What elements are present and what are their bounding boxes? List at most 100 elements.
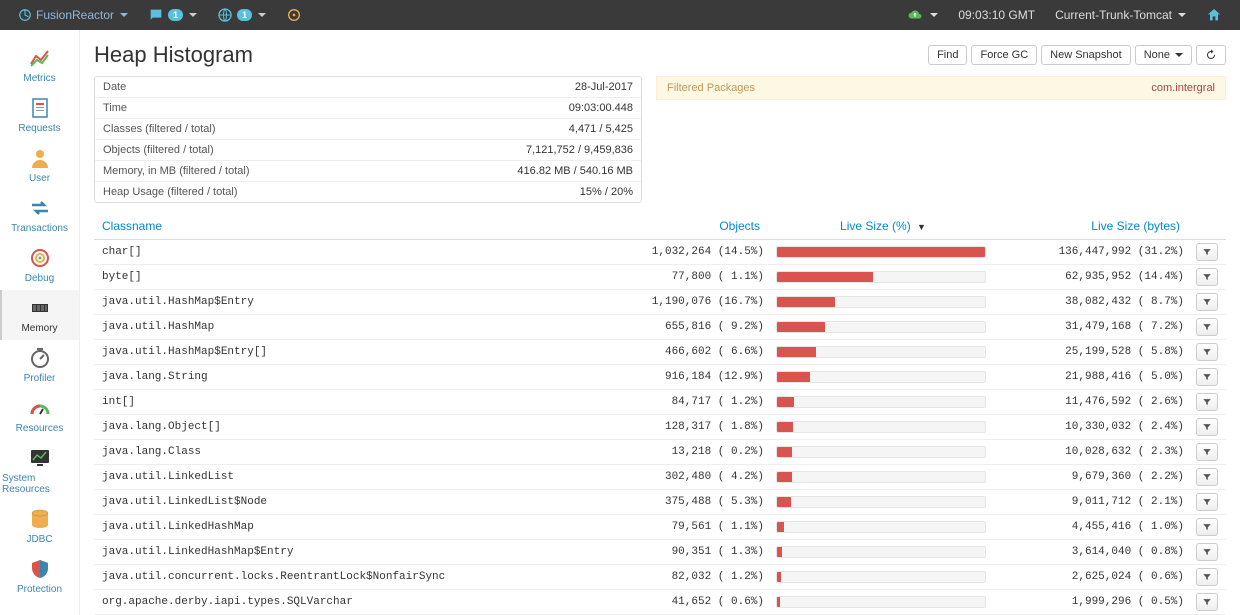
- cell-bar: [768, 415, 998, 440]
- filter-icon: [1201, 422, 1213, 432]
- table-row: java.util.LinkedHashMap79,561 ( 1.1%)4,4…: [94, 515, 1226, 540]
- sidebar-item-resources[interactable]: Resources: [0, 390, 79, 440]
- summary-row: Time09:03:00.448: [95, 98, 641, 119]
- col-live-size-pct[interactable]: Live Size (%) ▼: [768, 213, 998, 240]
- sidebar-item-requests[interactable]: Requests: [0, 90, 79, 140]
- brand-menu[interactable]: FusionReactor: [8, 0, 138, 30]
- home-icon: [1206, 7, 1222, 23]
- cell-bytes: 1,999,296 ( 0.5%): [998, 590, 1188, 615]
- sidebar-item-protection[interactable]: Protection: [0, 551, 79, 601]
- sidebar-item-memory[interactable]: Memory: [0, 290, 79, 340]
- table-row: byte[]77,800 ( 1.1%)62,935,952 (14.4%): [94, 265, 1226, 290]
- sidebar-item-metrics[interactable]: Metrics: [0, 40, 79, 90]
- instances-badge: 1: [237, 9, 252, 21]
- col-live-size-bytes[interactable]: Live Size (bytes): [998, 213, 1188, 240]
- table-row: java.lang.String916,184 (12.9%)21,988,41…: [94, 365, 1226, 390]
- table-row: java.util.LinkedList302,480 ( 4.2%)9,679…: [94, 465, 1226, 490]
- filter-row-button[interactable]: [1196, 593, 1218, 611]
- cell-bytes: 11,476,592 ( 2.6%): [998, 390, 1188, 415]
- col-actions: [1188, 213, 1226, 240]
- filter-row-button[interactable]: [1196, 568, 1218, 586]
- cell-objects: 128,317 ( 1.8%): [598, 415, 768, 440]
- none-dropdown[interactable]: None: [1135, 45, 1192, 65]
- cell-bytes: 4,455,416 ( 1.0%): [998, 515, 1188, 540]
- sidebar-item-profiler[interactable]: Profiler: [0, 340, 79, 390]
- sidebar-item-label: Memory: [21, 323, 57, 334]
- cell-classname: java.util.HashMap: [94, 315, 598, 340]
- user-icon: [28, 146, 52, 170]
- cell-objects: 302,480 ( 4.2%): [598, 465, 768, 490]
- filter-row-button[interactable]: [1196, 343, 1218, 361]
- target-button[interactable]: [276, 0, 312, 30]
- sidebar-item-user[interactable]: User: [0, 140, 79, 190]
- summary-key: Memory, in MB (filtered / total): [103, 165, 250, 177]
- cell-bar: [768, 240, 998, 265]
- filter-row-button[interactable]: [1196, 268, 1218, 286]
- sidebar-item-transactions[interactable]: Transactions: [0, 190, 79, 240]
- new-snapshot-button[interactable]: New Snapshot: [1041, 45, 1131, 65]
- sidebar-item-label: Requests: [18, 123, 60, 134]
- filter-row-button[interactable]: [1196, 318, 1218, 336]
- chevron-down-icon: [1175, 53, 1183, 57]
- filter-icon: [1201, 472, 1213, 482]
- cell-bar: [768, 290, 998, 315]
- summary-key: Classes (filtered / total): [103, 123, 215, 135]
- cell-bar: [768, 440, 998, 465]
- sort-desc-icon: ▼: [917, 222, 926, 232]
- filter-row-button[interactable]: [1196, 543, 1218, 561]
- col-classname[interactable]: Classname: [94, 213, 598, 240]
- cell-bar: [768, 590, 998, 615]
- find-button[interactable]: Find: [928, 45, 967, 65]
- cell-bytes: 31,479,168 ( 7.2%): [998, 315, 1188, 340]
- sidebar-item-label: User: [29, 173, 50, 184]
- filter-row-button[interactable]: [1196, 293, 1218, 311]
- bug-icon: [28, 246, 52, 270]
- instances-menu[interactable]: 1: [207, 0, 276, 30]
- cell-classname: java.util.HashMap$Entry: [94, 290, 598, 315]
- cell-bytes: 62,935,952 (14.4%): [998, 265, 1188, 290]
- col-objects[interactable]: Objects: [598, 213, 768, 240]
- sidebar-item-label: Debug: [25, 273, 54, 284]
- cell-classname: byte[]: [94, 265, 598, 290]
- force-gc-button[interactable]: Force GC: [971, 45, 1037, 65]
- sidebar-item-jdbc[interactable]: JDBC: [0, 501, 79, 551]
- sidebar-item-debug[interactable]: Debug: [0, 240, 79, 290]
- filter-row-button[interactable]: [1196, 368, 1218, 386]
- sidebar-item-system-resources[interactable]: System Resources: [0, 440, 79, 501]
- cloud-status-button[interactable]: [896, 0, 948, 30]
- filter-row-button[interactable]: [1196, 518, 1218, 536]
- filter-row-button[interactable]: [1196, 243, 1218, 261]
- table-row: java.util.concurrent.locks.ReentrantLock…: [94, 565, 1226, 590]
- cell-bar: [768, 340, 998, 365]
- cell-objects: 41,652 ( 0.6%): [598, 590, 768, 615]
- cell-classname: java.lang.Object[]: [94, 415, 598, 440]
- filter-row-button[interactable]: [1196, 418, 1218, 436]
- sidebar-item-label: Resources: [16, 423, 64, 434]
- cell-bytes: 136,447,992 (31.2%): [998, 240, 1188, 265]
- filter-icon: [1201, 522, 1213, 532]
- filter-row-button[interactable]: [1196, 393, 1218, 411]
- chart-line-icon: [28, 46, 52, 70]
- filter-icon: [1201, 272, 1213, 282]
- cell-bar: [768, 465, 998, 490]
- refresh-button[interactable]: [1196, 45, 1226, 65]
- sidebar-item-label: Profiler: [24, 373, 56, 384]
- table-row: java.util.LinkedList$Node375,488 ( 5.3%)…: [94, 490, 1226, 515]
- filter-row-button[interactable]: [1196, 468, 1218, 486]
- cell-bytes: 21,988,416 ( 5.0%): [998, 365, 1188, 390]
- alerts-menu[interactable]: 1: [138, 0, 207, 30]
- home-button[interactable]: [1196, 0, 1232, 30]
- memory-chip-icon: [28, 296, 52, 320]
- cell-objects: 90,351 ( 1.3%): [598, 540, 768, 565]
- cloud-upload-icon: [906, 8, 924, 22]
- cell-classname: java.lang.Class: [94, 440, 598, 465]
- histogram-table: Classname Objects Live Size (%) ▼ Live S…: [94, 213, 1226, 615]
- cell-bar: [768, 265, 998, 290]
- sidebar-item-label: Transactions: [11, 223, 68, 234]
- toolbar: Find Force GC New Snapshot None: [928, 45, 1226, 65]
- filter-row-button[interactable]: [1196, 443, 1218, 461]
- filter-row-button[interactable]: [1196, 493, 1218, 511]
- cell-classname: org.apache.derby.iapi.types.SQLVarchar: [94, 590, 598, 615]
- instance-label: Current-Trunk-Tomcat: [1055, 8, 1172, 22]
- instance-menu[interactable]: Current-Trunk-Tomcat: [1045, 0, 1196, 30]
